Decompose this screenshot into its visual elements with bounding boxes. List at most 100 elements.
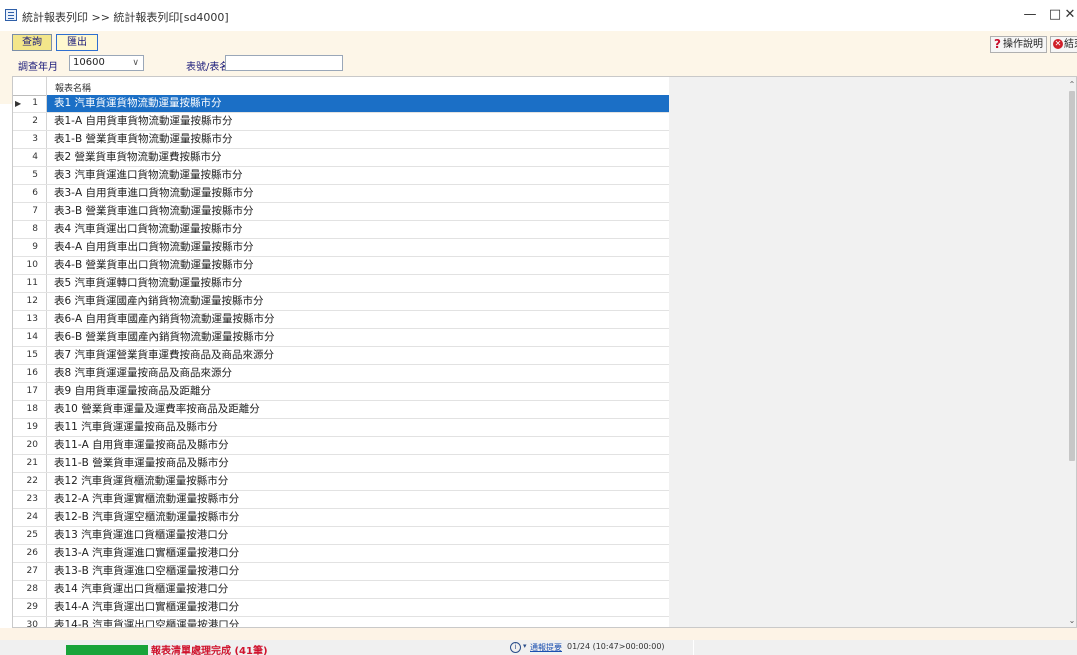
report-name-cell[interactable]: 表9 自用貨車運量按商品及距離分 (47, 383, 669, 400)
grid-header: 報表名稱 (13, 77, 669, 96)
report-name-cell[interactable]: 表11-A 自用貨車運量按商品及縣市分 (47, 437, 669, 454)
report-name-cell[interactable]: 表6 汽車貨運國產內銷貨物流動運量按縣市分 (47, 293, 669, 310)
table-row[interactable]: 29 表14-A 汽車貨運出口實櫃運量按港口分 (13, 599, 669, 617)
table-row[interactable]: 4 表2 營業貨車貨物流動運費按縣市分 (13, 149, 669, 167)
table-row[interactable]: 27 表13-B 汽車貨運進口空櫃運量按港口分 (13, 563, 669, 581)
table-row[interactable]: 9 表4-A 自用貨車出口貨物流動運量按縣市分 (13, 239, 669, 257)
vertical-scrollbar[interactable]: ⌃ ⌄ (1066, 77, 1076, 627)
row-number: 6 (13, 185, 47, 202)
table-row[interactable]: 22 表12 汽車貨運貨櫃流動運量按縣市分 (13, 473, 669, 491)
row-number: 22 (13, 473, 47, 490)
table-row[interactable]: 16 表8 汽車貨運運量按商品及商品來源分 (13, 365, 669, 383)
notice-link[interactable]: 通報提要 (530, 642, 562, 653)
report-name-cell[interactable]: 表7 汽車貨運營業貨車運費按商品及商品來源分 (47, 347, 669, 364)
report-name-cell[interactable]: 表1-A 自用貨車貨物流動運量按縣市分 (47, 113, 669, 130)
table-row[interactable]: 13 表6-A 自用貨車國產內銷貨物流動運量按縣市分 (13, 311, 669, 329)
row-number: 19 (13, 419, 47, 436)
row-number: 15 (13, 347, 47, 364)
query-button[interactable]: 查詢 (12, 34, 52, 51)
table-row[interactable]: 24 表12-B 汽車貨運空櫃流動運量按縣市分 (13, 509, 669, 527)
report-name-input[interactable] (225, 55, 343, 71)
export-button[interactable]: 匯出 (56, 34, 98, 51)
table-row[interactable]: 2 表1-A 自用貨車貨物流動運量按縣市分 (13, 113, 669, 131)
report-name-cell[interactable]: 表11-B 營業貨車運量按商品及縣市分 (47, 455, 669, 472)
report-name-cell[interactable]: 表11 汽車貨運運量按商品及縣市分 (47, 419, 669, 436)
scrollbar-thumb[interactable] (1069, 91, 1075, 461)
row-number: 26 (13, 545, 47, 562)
table-row[interactable]: 11 表5 汽車貨運轉口貨物流動運量按縣市分 (13, 275, 669, 293)
report-name-cell[interactable]: 表12-A 汽車貨運實櫃流動運量按縣市分 (47, 491, 669, 508)
report-name-cell[interactable]: 表6-B 營業貨車國產內銷貨物流動運量按縣市分 (47, 329, 669, 346)
row-number: 4 (13, 149, 47, 166)
row-number: 18 (13, 401, 47, 418)
table-row[interactable]: 5 表3 汽車貨運進口貨物流動運量按縣市分 (13, 167, 669, 185)
table-row[interactable]: 6 表3-A 自用貨車進口貨物流動運量按縣市分 (13, 185, 669, 203)
table-row[interactable]: 26 表13-A 汽車貨運進口實櫃運量按港口分 (13, 545, 669, 563)
row-number: 12 (13, 293, 47, 310)
report-name-cell[interactable]: 表13 汽車貨運進口貨櫃運量按港口分 (47, 527, 669, 544)
table-row[interactable]: 19 表11 汽車貨運運量按商品及縣市分 (13, 419, 669, 437)
table-row[interactable]: 18 表10 營業貨車運量及運費率按商品及距離分 (13, 401, 669, 419)
row-number: 14 (13, 329, 47, 346)
app-icon (5, 9, 17, 21)
report-name-cell[interactable]: 表1-B 營業貨車貨物流動運量按縣市分 (47, 131, 669, 148)
table-row[interactable]: 25 表13 汽車貨運進口貨櫃運量按港口分 (13, 527, 669, 545)
report-name-cell[interactable]: 表10 營業貨車運量及運費率按商品及距離分 (47, 401, 669, 418)
report-name-cell[interactable]: 表4-B 營業貨車出口貨物流動運量按縣市分 (47, 257, 669, 274)
report-name-cell[interactable]: 表13-A 汽車貨運進口實櫃運量按港口分 (47, 545, 669, 562)
info-icon[interactable]: i (510, 642, 521, 653)
exit-button[interactable]: ✕ 結束 (1050, 36, 1077, 53)
scroll-up-icon[interactable]: ⌃ (1066, 79, 1076, 91)
table-row[interactable]: 17 表9 自用貨車運量按商品及距離分 (13, 383, 669, 401)
report-name-cell[interactable]: 表8 汽車貨運運量按商品及商品來源分 (47, 365, 669, 382)
status-message: 報表清單處理完成 (41筆) (151, 646, 268, 655)
table-row[interactable]: 14 表6-B 營業貨車國產內銷貨物流動運量按縣市分 (13, 329, 669, 347)
report-name-cell[interactable]: 表14-B 汽車貨運出口空櫃運量按港口分 (47, 617, 669, 627)
help-button[interactable]: ? 操作說明 (990, 36, 1047, 53)
report-name-cell[interactable]: 表3 汽車貨運進口貨物流動運量按縣市分 (47, 167, 669, 184)
row-number: 30 (13, 617, 47, 627)
report-name-cell[interactable]: 表1 汽車貨運貨物流動運量按縣市分 (47, 95, 669, 112)
report-name-label: 表號/表名 (186, 62, 230, 73)
table-row[interactable]: 8 表4 汽車貨運出口貨物流動運量按縣市分 (13, 221, 669, 239)
report-name-cell[interactable]: 表3-A 自用貨車進口貨物流動運量按縣市分 (47, 185, 669, 202)
row-number: 20 (13, 437, 47, 454)
report-name-cell[interactable]: 表12-B 汽車貨運空櫃流動運量按縣市分 (47, 509, 669, 526)
caret-down-icon[interactable]: ▾ (523, 642, 527, 650)
row-number: 8 (13, 221, 47, 238)
report-name-cell[interactable]: 表4 汽車貨運出口貨物流動運量按縣市分 (47, 221, 669, 238)
table-row[interactable]: 30 表14-B 汽車貨運出口空櫃運量按港口分 (13, 617, 669, 627)
question-icon: ? (994, 37, 1001, 51)
scroll-down-icon[interactable]: ⌄ (1066, 615, 1076, 627)
row-pointer-icon: ▶ (15, 99, 22, 108)
close-button[interactable]: ✕ (1063, 6, 1077, 24)
table-row[interactable]: 21 表11-B 營業貨車運量按商品及縣市分 (13, 455, 669, 473)
survey-month-select[interactable]: 10600 ∨ (69, 55, 144, 71)
report-name-cell[interactable]: 表14-A 汽車貨運出口實櫃運量按港口分 (47, 599, 669, 616)
chevron-down-icon: ∨ (132, 58, 139, 68)
row-number: 10 (13, 257, 47, 274)
report-name-cell[interactable]: 表12 汽車貨運貨櫃流動運量按縣市分 (47, 473, 669, 490)
table-row[interactable]: 23 表12-A 汽車貨運實櫃流動運量按縣市分 (13, 491, 669, 509)
report-name-cell[interactable]: 表4-A 自用貨車出口貨物流動運量按縣市分 (47, 239, 669, 256)
table-row[interactable]: 28 表14 汽車貨運出口貨櫃運量按港口分 (13, 581, 669, 599)
exit-icon: ✕ (1053, 39, 1063, 49)
report-name-cell[interactable]: 表13-B 汽車貨運進口空櫃運量按港口分 (47, 563, 669, 580)
report-name-cell[interactable]: 表14 汽車貨運出口貨櫃運量按港口分 (47, 581, 669, 598)
report-name-cell[interactable]: 表3-B 營業貨車進口貨物流動運量按縣市分 (47, 203, 669, 220)
table-row[interactable]: 15 表7 汽車貨運營業貨車運費按商品及商品來源分 (13, 347, 669, 365)
table-row[interactable]: 12 表6 汽車貨運國產內銷貨物流動運量按縣市分 (13, 293, 669, 311)
table-row[interactable]: 20 表11-A 自用貨車運量按商品及縣市分 (13, 437, 669, 455)
report-name-cell[interactable]: 表2 營業貨車貨物流動運費按縣市分 (47, 149, 669, 166)
table-row[interactable]: 1 ▶ 表1 汽車貨運貨物流動運量按縣市分 (13, 95, 669, 113)
report-name-cell[interactable]: 表6-A 自用貨車國產內銷貨物流動運量按縣市分 (47, 311, 669, 328)
table-row[interactable]: 10 表4-B 營業貨車出口貨物流動運量按縣市分 (13, 257, 669, 275)
row-number: 21 (13, 455, 47, 472)
report-name-cell[interactable]: 表5 汽車貨運轉口貨物流動運量按縣市分 (47, 275, 669, 292)
row-number: 2 (13, 113, 47, 130)
row-number: 27 (13, 563, 47, 580)
row-number: 28 (13, 581, 47, 598)
title-bar: 統計報表列印 >> 統計報表列印[sd4000] — □ ✕ (0, 0, 1077, 31)
table-row[interactable]: 7 表3-B 營業貨車進口貨物流動運量按縣市分 (13, 203, 669, 221)
table-row[interactable]: 3 表1-B 營業貨車貨物流動運量按縣市分 (13, 131, 669, 149)
